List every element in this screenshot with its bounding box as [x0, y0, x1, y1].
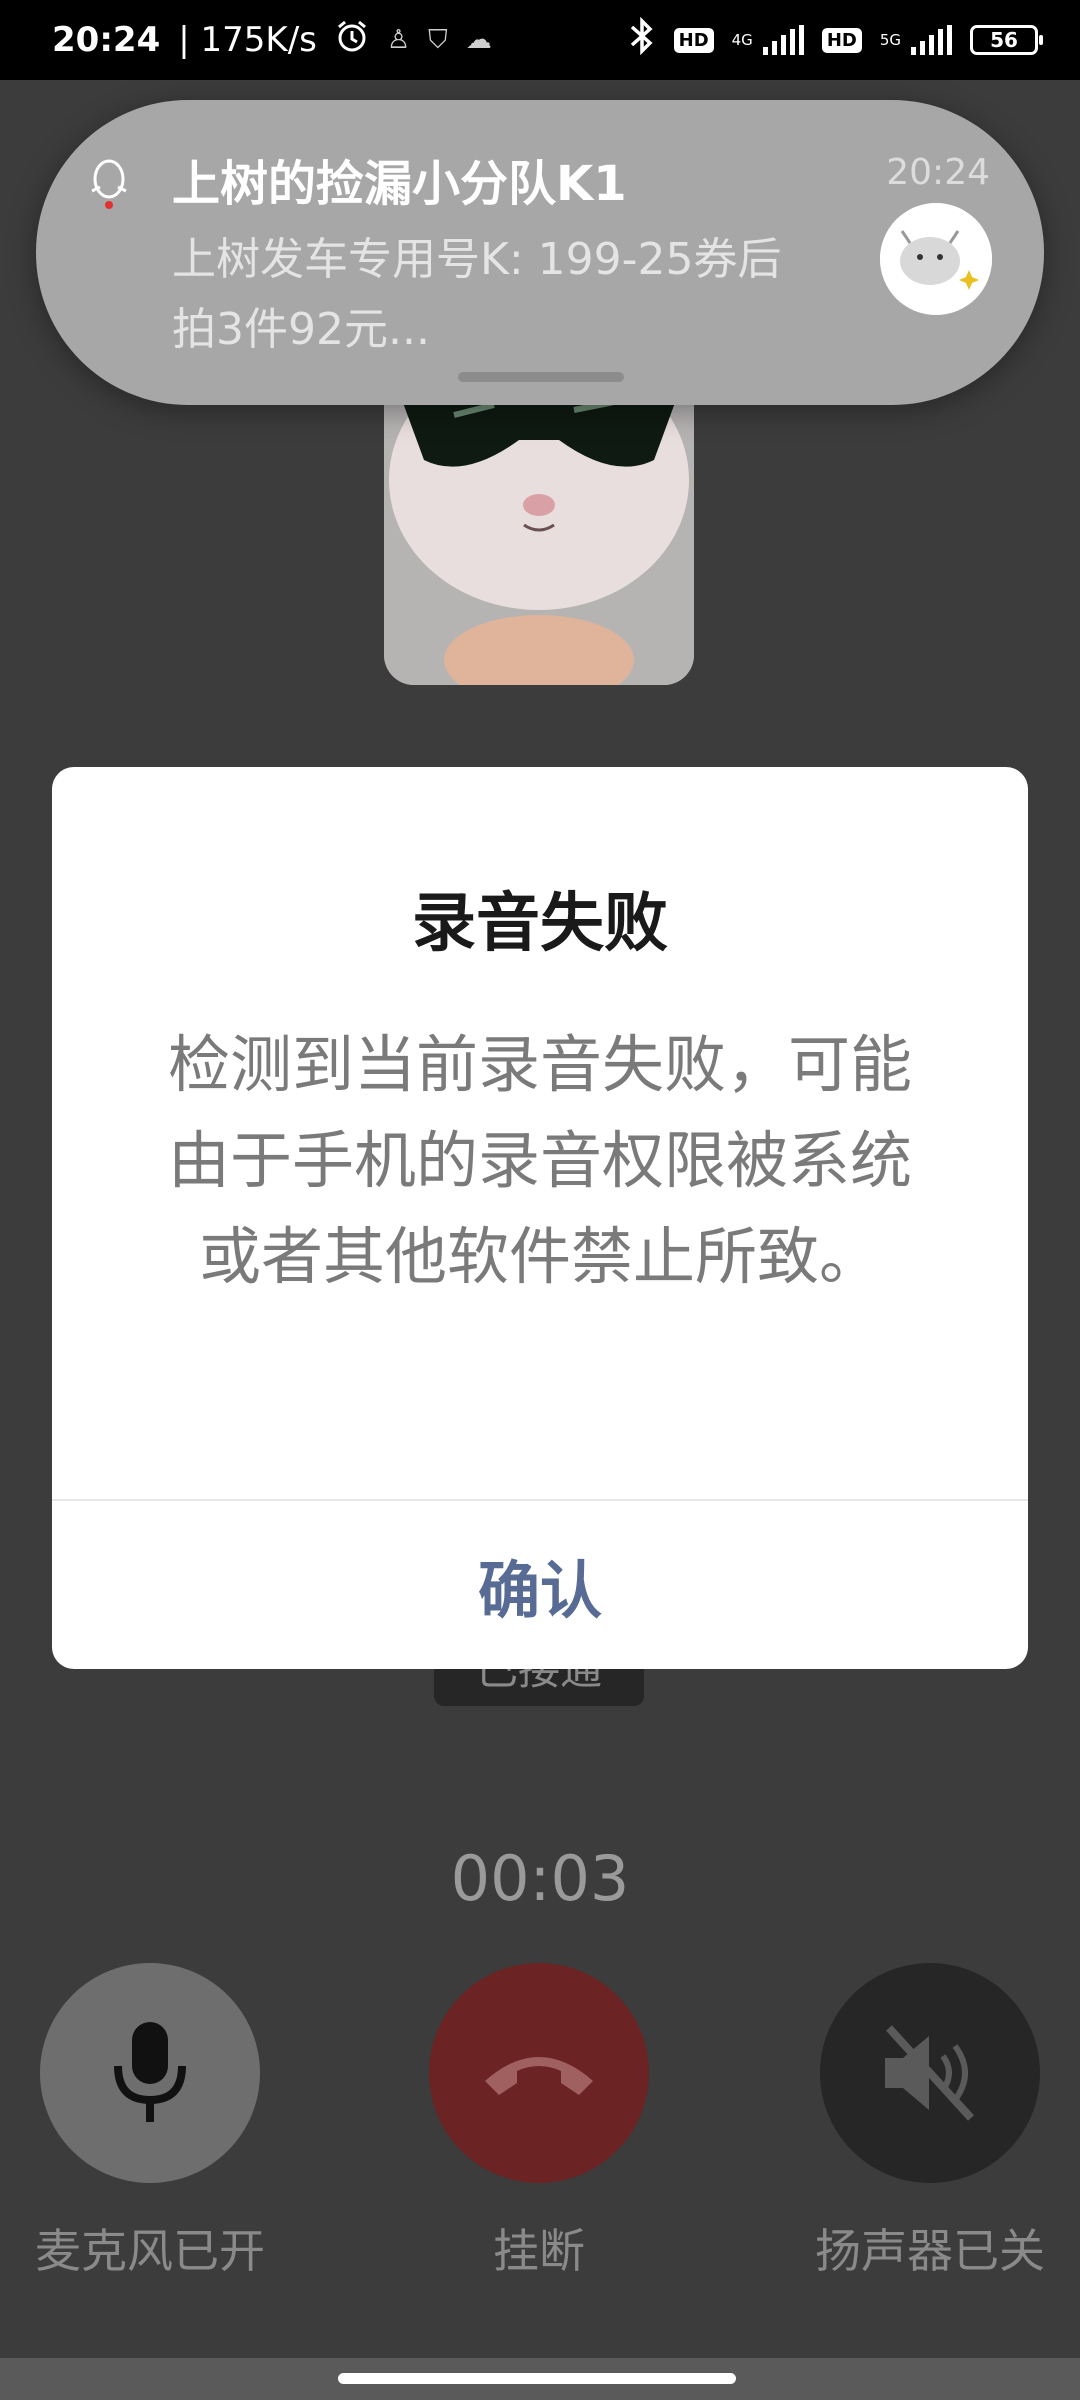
recording-failed-dialog: 录音失败 检测到当前录音失败，可能由于手机的录音权限被系统或者其他软件禁止所致。… — [52, 767, 1028, 1669]
sender-avatar — [880, 203, 992, 315]
microphone-icon — [114, 2022, 186, 2122]
notification-banner[interactable]: 上树的捡漏小分队K1 20:24 上树发车专用号K: 199-25券后 拍3件9… — [36, 100, 1044, 405]
shield-icon: ⛉ — [428, 24, 448, 55]
call-timer: 00:03 — [450, 1842, 630, 1915]
signal-icon-2 — [911, 25, 952, 55]
home-indicator[interactable] — [338, 2373, 736, 2384]
network-speed: | 175K/s — [178, 20, 317, 60]
bluetooth-icon — [628, 16, 656, 64]
network-type-1: 4G — [731, 30, 753, 49]
dialog-title: 录音失败 — [412, 887, 668, 961]
microphone-button[interactable] — [40, 1963, 260, 2183]
microphone-label: 麦克风已开 — [35, 2224, 265, 2278]
speaker-muted-icon — [885, 2025, 974, 2121]
hangup-label: 挂断 — [493, 2224, 585, 2278]
notification-time: 20:24 — [886, 152, 990, 193]
network-type-2: 5G — [879, 30, 901, 49]
status-right: HD 4G HD 5G 56 — [628, 16, 1043, 64]
phone-hangup-icon — [485, 2057, 593, 2095]
hd-badge: HD — [673, 27, 714, 53]
qq-icon — [86, 155, 132, 211]
speaker-label: 扬声器已关 — [815, 2224, 1045, 2278]
notification-title: 上树的捡漏小分队K1 — [172, 156, 627, 212]
notification-message: 上树发车专用号K: 199-25券后 拍3件92元... — [172, 234, 782, 355]
signal-icon — [762, 25, 804, 55]
battery-icon: 56 — [970, 25, 1043, 55]
hangup-button[interactable] — [429, 1963, 649, 2183]
dialog-message: 检测到当前录音失败，可能由于手机的录音权限被系统或者其他软件禁止所致。 — [167, 1028, 912, 1293]
confirm-button[interactable]: 确认 — [52, 1501, 1028, 1669]
status-left: 20:24 | 175K/s ♙ ⛉ ☁ — [52, 19, 492, 62]
status-time: 20:24 — [52, 20, 161, 60]
speaker-button[interactable] — [820, 1963, 1040, 2183]
cloud-icon: ☁ — [465, 25, 492, 55]
status-bar: 20:24 | 175K/s ♙ ⛉ ☁ HD 4G HD 5G 56 — [0, 0, 1080, 80]
alarm-icon — [335, 19, 369, 62]
hd-badge-2: HD — [821, 27, 862, 53]
notification-handle[interactable] — [458, 372, 624, 382]
qq-icon: ♙ — [386, 25, 411, 55]
